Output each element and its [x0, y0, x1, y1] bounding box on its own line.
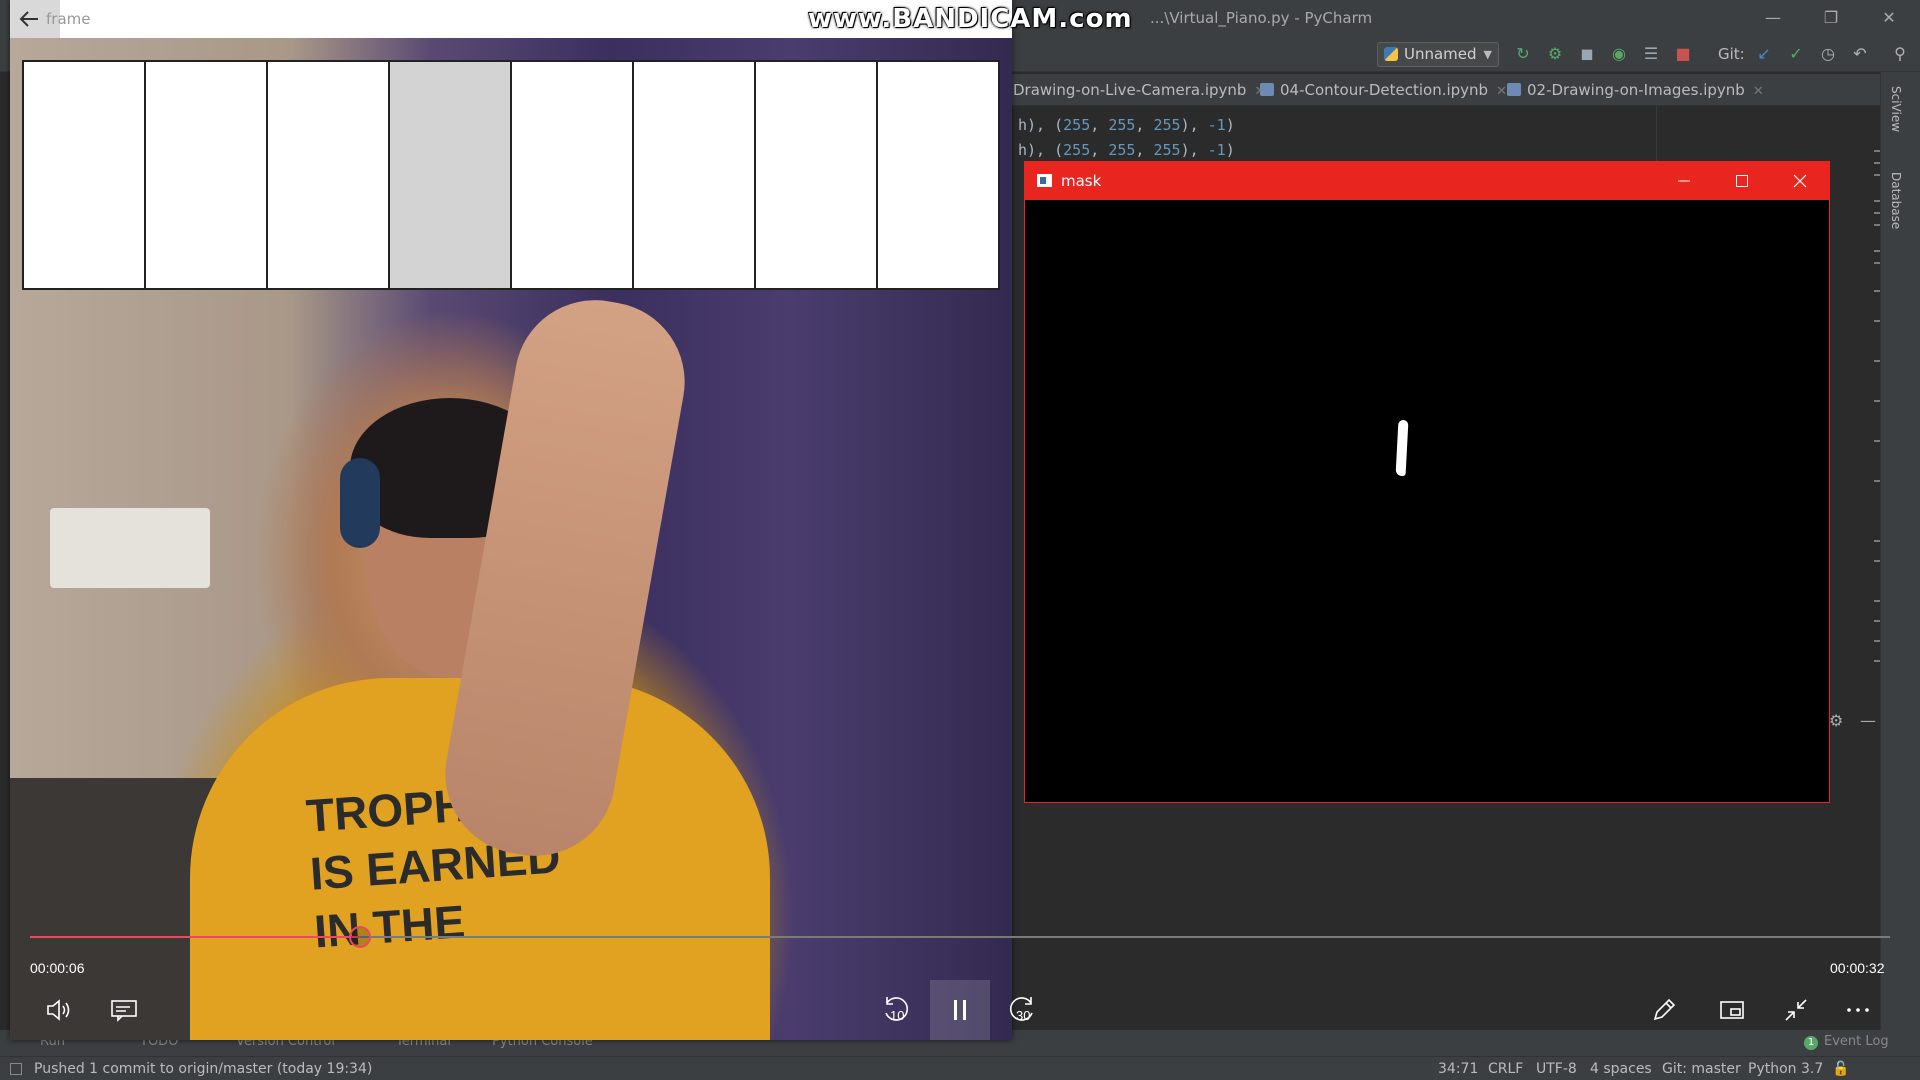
python-icon — [1384, 47, 1398, 61]
rollback-icon[interactable]: ↶ — [1850, 44, 1870, 64]
virtual-piano — [22, 60, 1000, 290]
piano-key-5 — [512, 62, 634, 288]
status-bar: Pushed 1 commit to origin/master (today … — [0, 1056, 1920, 1080]
exit-fullscreen-icon[interactable] — [1776, 990, 1816, 1030]
file-encoding[interactable]: UTF-8 — [1536, 1061, 1577, 1077]
piano-key-4 — [390, 62, 512, 288]
skip-back-button[interactable]: 10 — [876, 990, 916, 1030]
tab-label: Drawing-on-Live-Camera.ipynb — [1013, 81, 1247, 99]
right-tool-strip: SciView Database — [1880, 72, 1920, 1032]
hide-icon[interactable]: — — [1860, 711, 1876, 730]
run-config-label: Unnamed — [1404, 45, 1477, 63]
mask-window: mask — [1024, 161, 1830, 803]
more-options-icon[interactable] — [1838, 990, 1878, 1030]
tab-drawing-on-images[interactable]: 02-Drawing-on-Images.ipynb ✕ — [1507, 74, 1764, 106]
bandicam-watermark: www.BANDICAM.com — [808, 4, 1133, 34]
git-update-icon[interactable]: ↙ — [1754, 44, 1774, 64]
pause-button[interactable] — [930, 980, 990, 1040]
media-player-controls: 00:00:06 00:00:32 10 30 — [0, 900, 1920, 1040]
skip-forward-button[interactable]: 30 — [1002, 990, 1042, 1030]
tab-label: 02-Drawing-on-Images.ipynb — [1527, 81, 1745, 99]
wall-socket — [50, 508, 210, 588]
tab-contour-detection[interactable]: 04-Contour-Detection.ipynb ✕ — [1260, 74, 1507, 106]
editor-tabs: Drawing-on-Live-Camera.ipynb✕ 04-Contour… — [1010, 74, 1890, 106]
close-icon[interactable]: ✕ — [1864, 4, 1914, 32]
pen-icon[interactable] — [1644, 990, 1684, 1030]
minimize-icon[interactable]: — — [1748, 4, 1798, 32]
fingertip-mask-blob — [1395, 419, 1409, 477]
tab-drawing-live-camera[interactable]: Drawing-on-Live-Camera.ipynb✕ — [1013, 74, 1265, 106]
piano-key-2 — [146, 62, 268, 288]
tab-label: 04-Contour-Detection.ipynb — [1280, 81, 1489, 99]
restore-icon[interactable]: ❐ — [1806, 4, 1856, 32]
camera-feed: TROPHY IS EARNED IN THE — [10, 38, 1012, 1040]
git-commit-icon[interactable]: ✓ — [1786, 44, 1806, 64]
indent-setting[interactable]: 4 spaces — [1590, 1061, 1652, 1077]
run-config-select[interactable]: Unnamed ▼ — [1377, 42, 1499, 67]
close-tab-icon[interactable]: ✕ — [1496, 84, 1507, 99]
seek-thumb[interactable] — [348, 926, 371, 948]
layout-icon[interactable] — [10, 1063, 22, 1075]
concurrency-icon[interactable]: ☰ — [1641, 44, 1661, 64]
code-line: h), (255, 255, 255), -1) — [1018, 116, 1235, 134]
piano-key-1 — [24, 62, 146, 288]
volume-icon[interactable] — [40, 990, 80, 1030]
coverage-icon[interactable]: ◼ — [1577, 44, 1597, 64]
python-interpreter[interactable]: Python 3.7 — [1748, 1061, 1823, 1077]
lock-icon[interactable]: 🔓 — [1832, 1061, 1849, 1077]
total-time: 00:00:32 — [1830, 960, 1885, 976]
stop-icon[interactable]: ■ — [1673, 44, 1693, 64]
current-time: 00:00:06 — [30, 960, 85, 976]
seek-progress — [30, 936, 360, 938]
frame-window-title: frame — [46, 10, 91, 28]
mask-canvas — [1025, 200, 1829, 802]
ide-window-title: ...\Virtual_Piano.py - PyCharm — [1150, 9, 1373, 27]
piano-key-8 — [878, 62, 998, 288]
close-tab-icon[interactable]: ✕ — [1753, 84, 1764, 99]
git-label: Git: — [1718, 45, 1745, 63]
line-separator[interactable]: CRLF — [1488, 1061, 1523, 1077]
piano-key-6 — [634, 62, 756, 288]
sciview-tab[interactable]: SciView — [1889, 86, 1903, 132]
notebook-icon — [1507, 83, 1521, 96]
miniplayer-icon[interactable] — [1712, 990, 1752, 1030]
piano-key-7 — [756, 62, 878, 288]
caret-position[interactable]: 34:71 — [1438, 1061, 1478, 1077]
code-line: h), (255, 255, 255), -1) — [1018, 141, 1235, 159]
mask-titlebar: mask — [1025, 162, 1829, 200]
debug-icon[interactable]: ⚙ — [1545, 44, 1565, 64]
captions-icon[interactable] — [104, 990, 144, 1030]
minimize-icon[interactable] — [1655, 162, 1713, 200]
back-arrow-icon — [19, 11, 38, 27]
history-icon[interactable]: ◷ — [1818, 44, 1838, 64]
gear-icon[interactable]: ⚙ — [1829, 711, 1843, 730]
notebook-icon — [1260, 83, 1274, 96]
skip-back-label: 10 — [890, 1008, 904, 1023]
piano-key-3 — [268, 62, 390, 288]
window-app-icon — [1037, 174, 1052, 187]
git-branch[interactable]: Git: master — [1662, 1061, 1741, 1077]
search-icon[interactable]: ⚲ — [1890, 44, 1910, 64]
profile-icon[interactable]: ◉ — [1609, 44, 1629, 64]
pause-icon — [954, 1000, 966, 1020]
status-message[interactable]: Pushed 1 commit to origin/master (today … — [34, 1061, 372, 1077]
headphones — [340, 458, 380, 548]
database-tab[interactable]: Database — [1889, 172, 1903, 229]
chevron-down-icon: ▼ — [1483, 48, 1492, 61]
mask-window-title: mask — [1061, 172, 1102, 190]
skip-forward-label: 30 — [1016, 1008, 1030, 1023]
close-icon[interactable] — [1771, 162, 1829, 200]
maximize-icon[interactable] — [1713, 162, 1771, 200]
frame-window: frame TROPHY IS EARNED IN THE — [10, 0, 1012, 1040]
rerun-icon[interactable]: ↻ — [1513, 44, 1533, 64]
